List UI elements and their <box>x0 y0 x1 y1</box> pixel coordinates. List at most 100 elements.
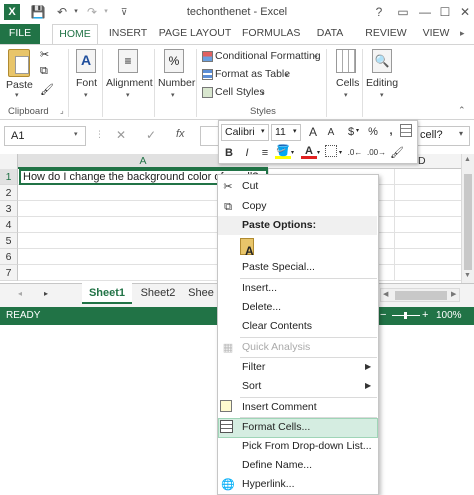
paste-button[interactable]: Paste <box>6 79 33 91</box>
borders-dropdown-icon[interactable]: ▾ <box>339 149 342 156</box>
menu-item-clear-contents[interactable]: Clear Contents <box>218 317 378 336</box>
decrease-font-size-icon[interactable]: A <box>323 125 339 141</box>
zoom-in-icon[interactable]: + <box>422 309 428 321</box>
close-button[interactable]: ✕ <box>456 3 474 21</box>
paste-dropdown-icon[interactable]: ▾ <box>15 91 19 99</box>
editing-dropdown-icon[interactable]: ▾ <box>380 91 384 99</box>
font-size-dropdown-icon[interactable]: ▾ <box>293 127 297 135</box>
editing-group-icon[interactable]: 🔍 <box>372 49 392 73</box>
tab-file[interactable]: FILE <box>0 24 40 44</box>
minimize-button[interactable]: — <box>416 3 434 21</box>
menu-item-define-name[interactable]: Define Name... <box>218 456 378 475</box>
cells-dropdown-icon[interactable]: ▾ <box>344 91 348 99</box>
menu-item-copy[interactable]: Copy <box>218 197 378 216</box>
fill-color-dropdown-icon[interactable]: ▾ <box>291 149 294 156</box>
paste-icon[interactable] <box>8 49 30 77</box>
fill-color-icon[interactable]: 🪣 <box>275 143 291 159</box>
font-dropdown-icon[interactable]: ▾ <box>84 91 88 99</box>
sheet-tab-sheet3[interactable]: Shee <box>186 283 216 304</box>
name-box-dropdown-icon[interactable]: ▾ <box>74 130 78 138</box>
scroll-tabs-left-icon[interactable]: ◂ <box>18 289 22 298</box>
decrease-decimal-icon[interactable]: .00→ <box>367 145 386 161</box>
format-table-icon[interactable] <box>400 124 412 137</box>
vertical-scrollbar[interactable]: ▲ ▼ <box>461 154 474 283</box>
row-header-3[interactable]: 3 <box>0 201 18 217</box>
zoom-out-icon[interactable]: − <box>380 309 386 321</box>
percent-style-icon[interactable]: % <box>365 124 381 140</box>
menu-item-insert-comment[interactable]: Insert Comment <box>218 398 378 417</box>
menu-item-delete[interactable]: Delete... <box>218 298 378 317</box>
font-group-icon[interactable]: A <box>76 49 96 73</box>
menu-item-pick-from-list[interactable]: Pick From Drop-down List... <box>218 437 378 456</box>
font-color-dropdown-icon[interactable]: ▾ <box>317 149 320 156</box>
italic-button[interactable]: I <box>239 145 255 161</box>
conditional-formatting-button[interactable]: Conditional Formatting <box>215 50 321 62</box>
row-header-7[interactable]: 7 <box>0 265 18 281</box>
cells-group-button[interactable]: Cells <box>336 77 359 89</box>
number-dropdown-icon[interactable]: ▾ <box>171 91 175 99</box>
row-header-4[interactable]: 4 <box>0 217 18 233</box>
scroll-tabs-right-icon[interactable]: ▸ <box>44 289 48 298</box>
format-painter-icon[interactable]: 🖌 <box>389 145 405 161</box>
alignment-group-button[interactable]: Alignment <box>106 77 153 89</box>
bold-button[interactable]: B <box>221 145 237 161</box>
cut-icon[interactable]: ✂ <box>40 48 49 61</box>
clipboard-launcher-icon[interactable]: ⌟ <box>60 106 64 115</box>
help-button[interactable]: ? <box>370 3 388 21</box>
confirm-entry-icon[interactable]: ✓ <box>146 128 156 142</box>
expand-formula-bar-icon[interactable]: ▾ <box>459 129 463 138</box>
currency-dropdown-icon[interactable]: ▾ <box>356 127 359 134</box>
copy-icon[interactable]: ⧉ <box>40 65 48 78</box>
tab-page-layout[interactable]: PAGE LAYOUT <box>158 24 232 44</box>
horizontal-scrollbar[interactable]: ◀ ▶ <box>380 288 460 302</box>
borders-icon[interactable] <box>325 145 337 157</box>
font-group-button[interactable]: Font <box>76 77 97 89</box>
cells-group-icon[interactable] <box>336 49 356 73</box>
column-header-d[interactable]: D <box>418 154 428 169</box>
font-color-icon[interactable]: A <box>301 143 317 159</box>
tab-data[interactable]: DATA <box>310 24 350 44</box>
comma-style-icon[interactable]: , <box>383 123 399 139</box>
alignment-group-icon[interactable]: ≡ <box>118 49 138 73</box>
maximize-button[interactable]: ☐ <box>436 3 454 21</box>
format-as-table-button[interactable]: Format as Table <box>215 68 290 80</box>
scroll-right-icon[interactable]: ▸ <box>460 28 465 39</box>
format-painter-icon[interactable]: 🖌 <box>40 83 54 96</box>
menu-item-cut[interactable]: Cut <box>218 177 378 196</box>
zoom-level[interactable]: 100% <box>436 310 462 321</box>
collapse-ribbon-icon[interactable]: ⌃ <box>458 105 466 116</box>
number-group-button[interactable]: Number <box>158 77 195 89</box>
alignment-dropdown-icon[interactable]: ▾ <box>126 91 130 99</box>
cancel-entry-icon[interactable]: ✕ <box>116 128 126 142</box>
number-group-icon[interactable]: % <box>164 49 184 73</box>
menu-item-sort[interactable]: Sort <box>218 377 378 396</box>
paste-option-keep-source-icon[interactable]: A <box>240 238 258 260</box>
conditional-formatting-dropdown-icon[interactable]: ▾ <box>314 53 318 61</box>
increase-decimal-icon[interactable]: .0← <box>347 145 363 161</box>
menu-item-filter[interactable]: Filter <box>218 358 378 377</box>
menu-item-paste-special[interactable]: Paste Special... <box>218 258 378 277</box>
tab-view[interactable]: VIEW <box>418 24 454 44</box>
cell-styles-dropdown-icon[interactable]: ▾ <box>261 89 265 97</box>
tab-formulas[interactable]: FORMULAS <box>242 24 300 44</box>
row-header-5[interactable]: 5 <box>0 233 18 249</box>
insert-function-icon[interactable]: fx <box>176 128 185 140</box>
editing-group-button[interactable]: Editing <box>366 77 398 89</box>
tab-insert[interactable]: INSERT <box>106 24 150 44</box>
tab-home[interactable]: HOME <box>52 24 98 45</box>
sheet-tab-sheet2[interactable]: Sheet2 <box>134 283 182 304</box>
menu-item-hyperlink[interactable]: Hyperlink... <box>218 475 378 494</box>
row-header-1[interactable]: 1 <box>0 169 18 185</box>
row-header-6[interactable]: 6 <box>0 249 18 265</box>
sheet-tab-sheet1[interactable]: Sheet1 <box>82 283 132 304</box>
ribbon-display-options-button[interactable]: ▭ <box>394 3 412 21</box>
menu-item-format-cells[interactable]: Format Cells... <box>218 418 378 437</box>
zoom-slider[interactable] <box>392 312 420 319</box>
menu-item-insert[interactable]: Insert... <box>218 279 378 298</box>
increase-font-size-icon[interactable]: A <box>305 124 321 140</box>
select-all-corner[interactable] <box>0 154 18 169</box>
font-name-dropdown-icon[interactable]: ▾ <box>261 127 265 135</box>
format-as-table-dropdown-icon[interactable]: ▾ <box>285 71 289 79</box>
align-center-icon[interactable]: ≡ <box>257 145 273 161</box>
row-header-2[interactable]: 2 <box>0 185 18 201</box>
